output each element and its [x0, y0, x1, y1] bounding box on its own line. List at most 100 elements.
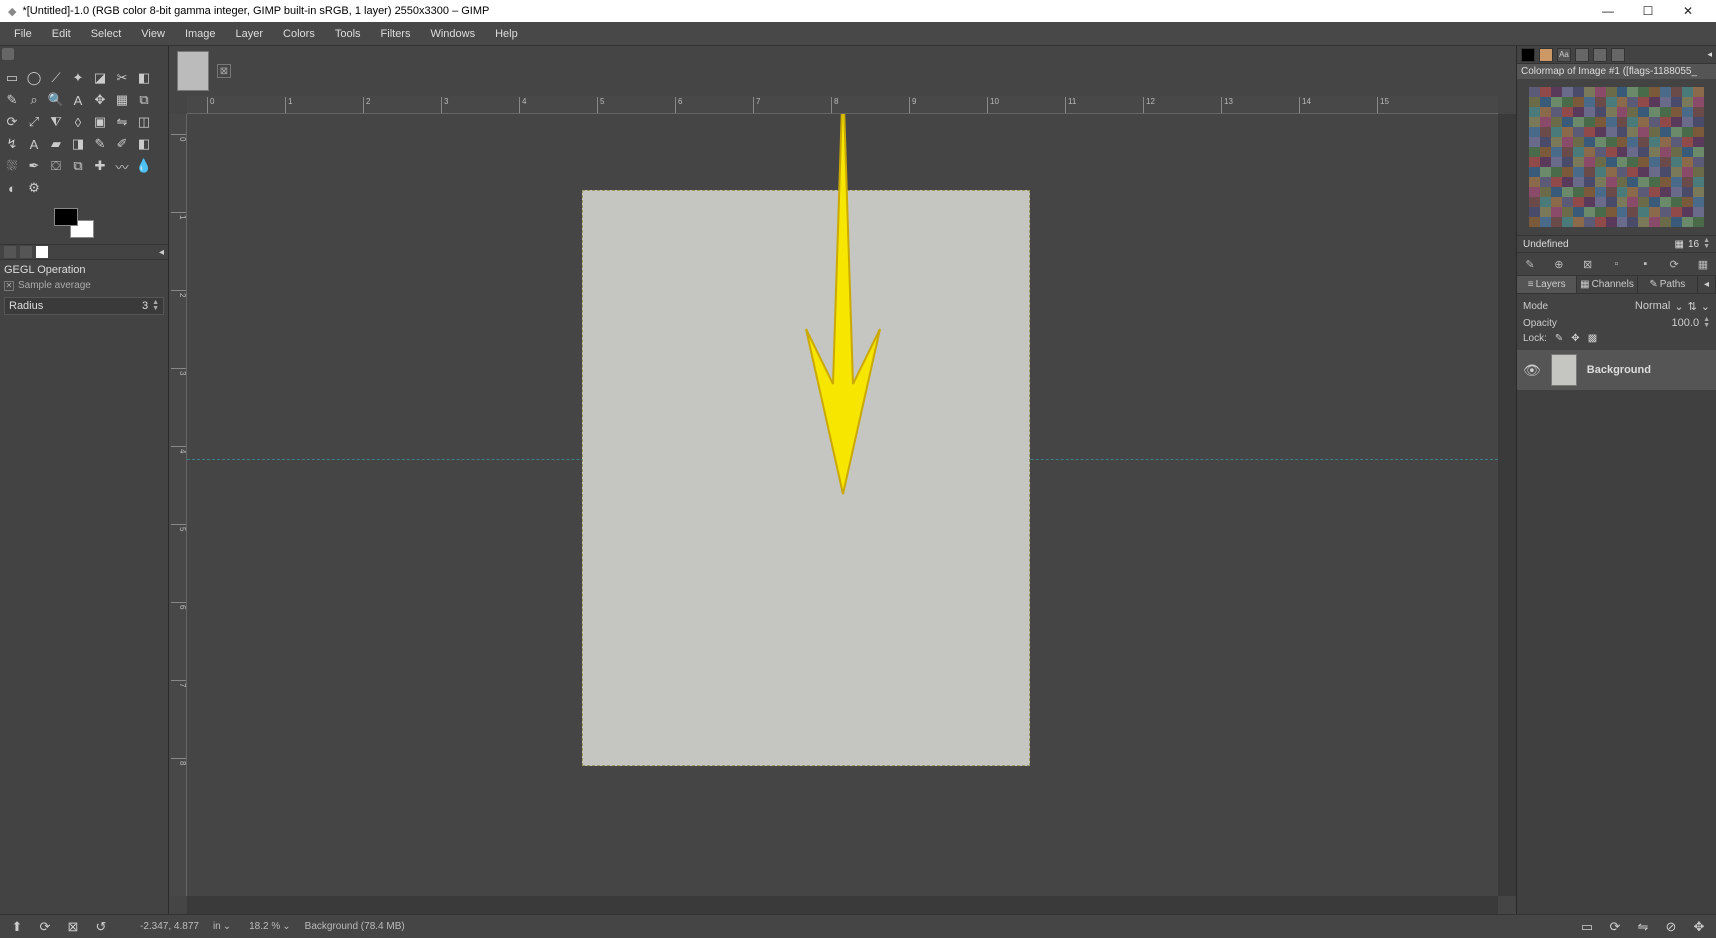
colormap-cell[interactable] [1627, 207, 1638, 217]
colormap-cell[interactable] [1682, 137, 1693, 147]
colormap-cell[interactable] [1573, 97, 1584, 107]
colormap-cell[interactable] [1540, 187, 1551, 197]
mode-value[interactable]: Normal [1635, 300, 1670, 313]
minimize-button[interactable]: — [1588, 0, 1628, 22]
colormap-cell[interactable] [1638, 177, 1649, 187]
colormap-cell[interactable] [1617, 107, 1628, 117]
crop-tool[interactable]: ⧉ [134, 90, 154, 110]
colormap-cell[interactable] [1617, 117, 1628, 127]
colormap-cell[interactable] [1606, 187, 1617, 197]
menu-colors[interactable]: Colors [273, 24, 325, 44]
colormap-cell[interactable] [1573, 87, 1584, 97]
colormap-cell[interactable] [1551, 97, 1562, 107]
colormap-cell[interactable] [1529, 97, 1540, 107]
menu-windows[interactable]: Windows [420, 24, 485, 44]
colormap-cell[interactable] [1660, 167, 1671, 177]
colormap-cell[interactable] [1649, 187, 1660, 197]
align-tool[interactable]: ▦ [112, 90, 132, 110]
sb-revert-icon[interactable]: ↺ [92, 918, 110, 936]
configure-tab-icon[interactable]: ◂ [159, 247, 164, 258]
colormap-cell[interactable] [1682, 167, 1693, 177]
colormap-cell[interactable] [1540, 177, 1551, 187]
colormap-cell[interactable] [1671, 157, 1682, 167]
colormap-cell[interactable] [1595, 97, 1606, 107]
colormap-cell[interactable] [1606, 87, 1617, 97]
sample-average-checkbox[interactable]: ✕ [4, 281, 14, 291]
opacity-value[interactable]: 100.0 [1672, 317, 1700, 329]
colormap-cell[interactable] [1649, 127, 1660, 137]
colormap-cell[interactable] [1617, 127, 1628, 137]
colormap-cell[interactable] [1638, 97, 1649, 107]
zoom-dropdown[interactable]: 18.2 %⌄ [245, 919, 295, 934]
colormap-cell[interactable] [1627, 87, 1638, 97]
menu-edit[interactable]: Edit [42, 24, 81, 44]
colormap-cell[interactable] [1529, 197, 1540, 207]
colormap-cell[interactable] [1595, 197, 1606, 207]
colormap-cell[interactable] [1584, 177, 1595, 187]
layer-row[interactable]: 👁 Background [1517, 350, 1716, 390]
colormap-cell[interactable] [1638, 87, 1649, 97]
fuzzy-select-tool[interactable]: ✦ [68, 68, 88, 88]
text-tool[interactable]: A [24, 134, 44, 154]
colormap-cell[interactable] [1671, 117, 1682, 127]
pencil-tool[interactable]: ✎ [90, 134, 110, 154]
colormap-cell[interactable] [1529, 157, 1540, 167]
ellipse-select-tool[interactable]: ◯ [24, 68, 44, 88]
lock-position-icon[interactable]: ✥ [1571, 333, 1579, 344]
colormap-cell[interactable] [1551, 187, 1562, 197]
menu-view[interactable]: View [131, 24, 175, 44]
ink-tool[interactable]: ✒ [24, 156, 44, 176]
cm-zoom-out-icon[interactable]: ▫ [1609, 257, 1623, 271]
blur-tool[interactable]: 💧 [134, 156, 154, 176]
colormap-cell[interactable] [1529, 147, 1540, 157]
fg-bg-colors[interactable] [54, 208, 94, 238]
horizontal-ruler[interactable]: 0123456789101112131415 [187, 96, 1498, 114]
colormap-cell[interactable] [1584, 87, 1595, 97]
scale-tool[interactable]: ⤢ [24, 112, 44, 132]
colormap-cell[interactable] [1584, 117, 1595, 127]
colormap-cell[interactable] [1606, 107, 1617, 117]
image-tab-thumb[interactable] [177, 51, 209, 91]
canvas[interactable] [582, 190, 1030, 766]
colormap-cell[interactable] [1660, 107, 1671, 117]
colormap-cell[interactable] [1693, 157, 1704, 167]
image-tab-close-icon[interactable]: ⊠ [217, 64, 231, 78]
colormap-cell[interactable] [1606, 197, 1617, 207]
colormap-cell[interactable] [1649, 167, 1660, 177]
colormap-cell[interactable] [1551, 167, 1562, 177]
colormap-cell[interactable] [1573, 137, 1584, 147]
colormap-cell[interactable] [1660, 147, 1671, 157]
colormap-cell[interactable] [1627, 217, 1638, 227]
colormap-cell[interactable] [1573, 107, 1584, 117]
colormap-cell[interactable] [1529, 137, 1540, 147]
colormap-cell[interactable] [1595, 187, 1606, 197]
canvas-area[interactable] [187, 114, 1498, 896]
colormap-cell[interactable] [1617, 187, 1628, 197]
colormap-cell[interactable] [1682, 207, 1693, 217]
colormap-cell[interactable] [1671, 107, 1682, 117]
colormap-cell[interactable] [1682, 97, 1693, 107]
colormap-cell[interactable] [1682, 147, 1693, 157]
sb-close-icon[interactable]: ⊠ [64, 918, 82, 936]
colormap-cell[interactable] [1573, 177, 1584, 187]
mode-swap-icon[interactable]: ⇅ [1688, 300, 1697, 313]
colormap-cell[interactable] [1573, 197, 1584, 207]
sb-cancel-icon[interactable]: ⊘ [1662, 918, 1680, 936]
colormap-cell[interactable] [1540, 157, 1551, 167]
colormap-cell[interactable] [1660, 187, 1671, 197]
colormap-cell[interactable] [1682, 107, 1693, 117]
colormap-cell[interactable] [1562, 197, 1573, 207]
colormap-cell[interactable] [1540, 197, 1551, 207]
colormap-cell[interactable] [1540, 207, 1551, 217]
colormap-cell[interactable] [1617, 87, 1628, 97]
colormap-cell[interactable] [1551, 157, 1562, 167]
colormap-cell[interactable] [1606, 137, 1617, 147]
colormap-cell[interactable] [1671, 127, 1682, 137]
menu-tools[interactable]: Tools [325, 24, 371, 44]
colormap-cell[interactable] [1540, 167, 1551, 177]
colormap-cell[interactable] [1693, 147, 1704, 157]
configure-layers-tab-icon[interactable]: ◂ [1698, 276, 1716, 293]
colormap-cell[interactable] [1638, 127, 1649, 137]
colormap-cell[interactable] [1551, 177, 1562, 187]
colormap-cell[interactable] [1627, 127, 1638, 137]
